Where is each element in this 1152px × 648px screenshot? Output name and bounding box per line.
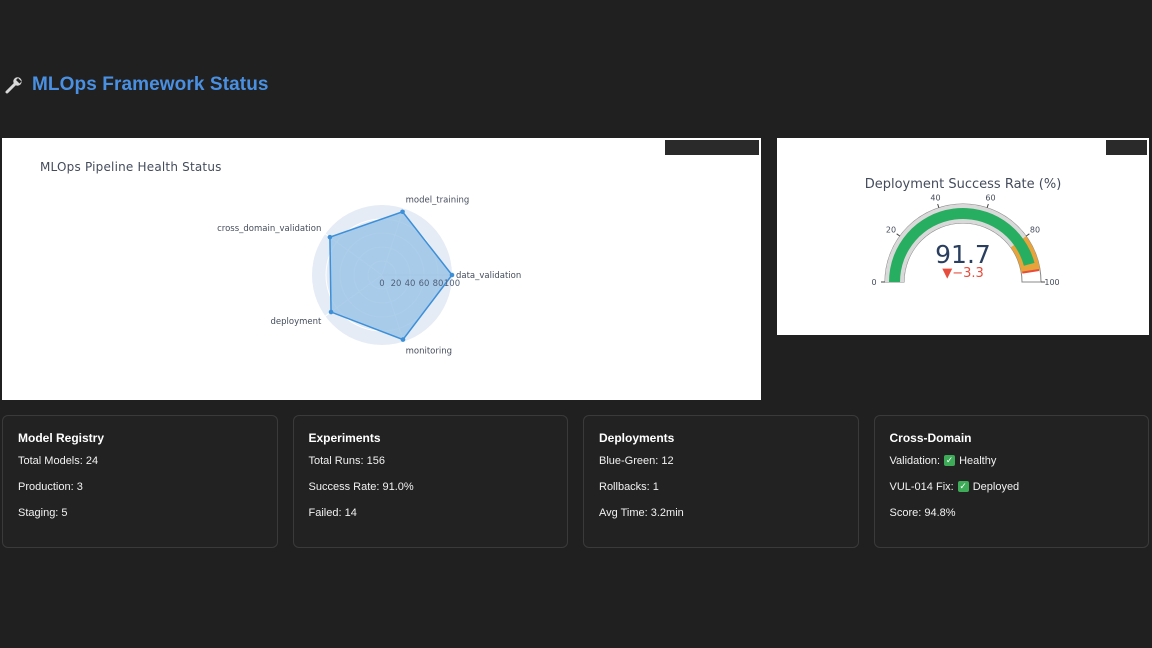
card-deployments: Deployments Blue-Green: 12 Rollbacks: 1 … bbox=[583, 415, 859, 548]
gauge-tick-label: 60 bbox=[985, 193, 995, 202]
check-icon: ✓ bbox=[957, 481, 969, 492]
gauge-tick bbox=[896, 233, 901, 237]
gauge-tick-label: 40 bbox=[930, 193, 940, 202]
radial-tick-label: 0 bbox=[379, 279, 384, 289]
radial-tick-label: 40 bbox=[405, 279, 416, 289]
card-model-registry: Model Registry Total Models: 24 Producti… bbox=[2, 415, 278, 548]
status-cards: Model Registry Total Models: 24 Producti… bbox=[2, 415, 1149, 548]
radar-chart[interactable]: 0 20 40 60 80 100data_validationmodel_trainin… bbox=[2, 138, 761, 400]
page-title: MLOps Framework Status bbox=[32, 74, 269, 95]
validation-status: Healthy bbox=[959, 455, 997, 467]
card-row: Total Runs: 156 bbox=[308, 455, 385, 467]
card-row-score: Score: 94.8% bbox=[889, 507, 956, 519]
card-experiments: Experiments Total Runs: 156 Success Rate… bbox=[292, 415, 568, 548]
card-row-vul-fix: VUL-014 Fix: ✓ Deployed bbox=[890, 480, 1134, 506]
card-title: Cross-Domain bbox=[889, 431, 972, 445]
radar-point bbox=[400, 209, 405, 215]
category-label: cross_domain_validation bbox=[217, 224, 321, 234]
gauge-tick bbox=[1025, 233, 1030, 237]
card-row: Failed: 14 bbox=[308, 507, 357, 519]
card-row: Total Models: 24 bbox=[18, 455, 99, 467]
card-title: Model Registry bbox=[18, 431, 105, 445]
radar-point bbox=[449, 272, 455, 278]
card-row: Production: 3 bbox=[18, 481, 83, 493]
radar-point bbox=[327, 234, 333, 240]
card-row: Rollbacks: 1 bbox=[599, 481, 659, 493]
page-header: MLOps Framework Status bbox=[4, 74, 269, 96]
radial-tick-label: 60 bbox=[419, 279, 430, 289]
radar-chart-panel: MLOps Pipeline Health Status 0 20 40 60 80 10… bbox=[2, 138, 761, 400]
card-row: Staging: 5 bbox=[18, 507, 68, 519]
wrench-icon bbox=[5, 77, 22, 94]
gauge-value: 91.7 bbox=[935, 240, 991, 269]
category-label: monitoring bbox=[406, 347, 452, 357]
card-title: Experiments bbox=[308, 431, 381, 445]
check-icon: ✓ bbox=[944, 455, 956, 466]
gauge-tick bbox=[937, 203, 940, 208]
gauge-delta: ▼−3.3 bbox=[942, 266, 984, 281]
gauge-tick-label: 0 bbox=[871, 278, 876, 287]
category-label: model_training bbox=[406, 195, 470, 205]
radial-tick-label: 80 bbox=[433, 279, 444, 289]
radar-point bbox=[400, 337, 406, 342]
gauge-tick bbox=[986, 203, 989, 208]
radial-tick-label: 20 bbox=[391, 279, 402, 289]
card-cross-domain: Cross-Domain Validation: ✓ Healthy VUL-0… bbox=[873, 415, 1149, 548]
category-label: data_validation bbox=[456, 271, 521, 281]
dashboard-page: MLOps Framework Status MLOps Pipeline He… bbox=[0, 0, 1152, 648]
card-row-validation: Validation: ✓ Healthy bbox=[890, 454, 1134, 480]
card-row: Success Rate: 91.0% bbox=[308, 481, 414, 493]
gauge-chart[interactable]: Deployment Success Rate (%) 0 20 40 60 80 100… bbox=[777, 138, 1149, 335]
radar-point bbox=[328, 309, 334, 315]
vul-fix-label: VUL-014 Fix: bbox=[889, 481, 954, 493]
vul-fix-status: Deployed bbox=[972, 481, 1020, 493]
gauge-chart-panel: Deployment Success Rate (%) 0 20 40 60 80 100… bbox=[777, 138, 1149, 335]
card-row: Avg Time: 3.2min bbox=[599, 507, 684, 519]
gauge-tick-label: 20 bbox=[886, 226, 896, 235]
card-row: Blue-Green: 12 bbox=[599, 455, 674, 467]
gauge-tick-label: 100 bbox=[1044, 278, 1059, 287]
category-label: deployment bbox=[271, 317, 323, 327]
card-title: Deployments bbox=[599, 431, 675, 445]
gauge-tick-label: 80 bbox=[1030, 226, 1040, 235]
validation-label: Validation: bbox=[889, 455, 941, 467]
gauge-title: Deployment Success Rate (%) bbox=[865, 177, 1062, 192]
